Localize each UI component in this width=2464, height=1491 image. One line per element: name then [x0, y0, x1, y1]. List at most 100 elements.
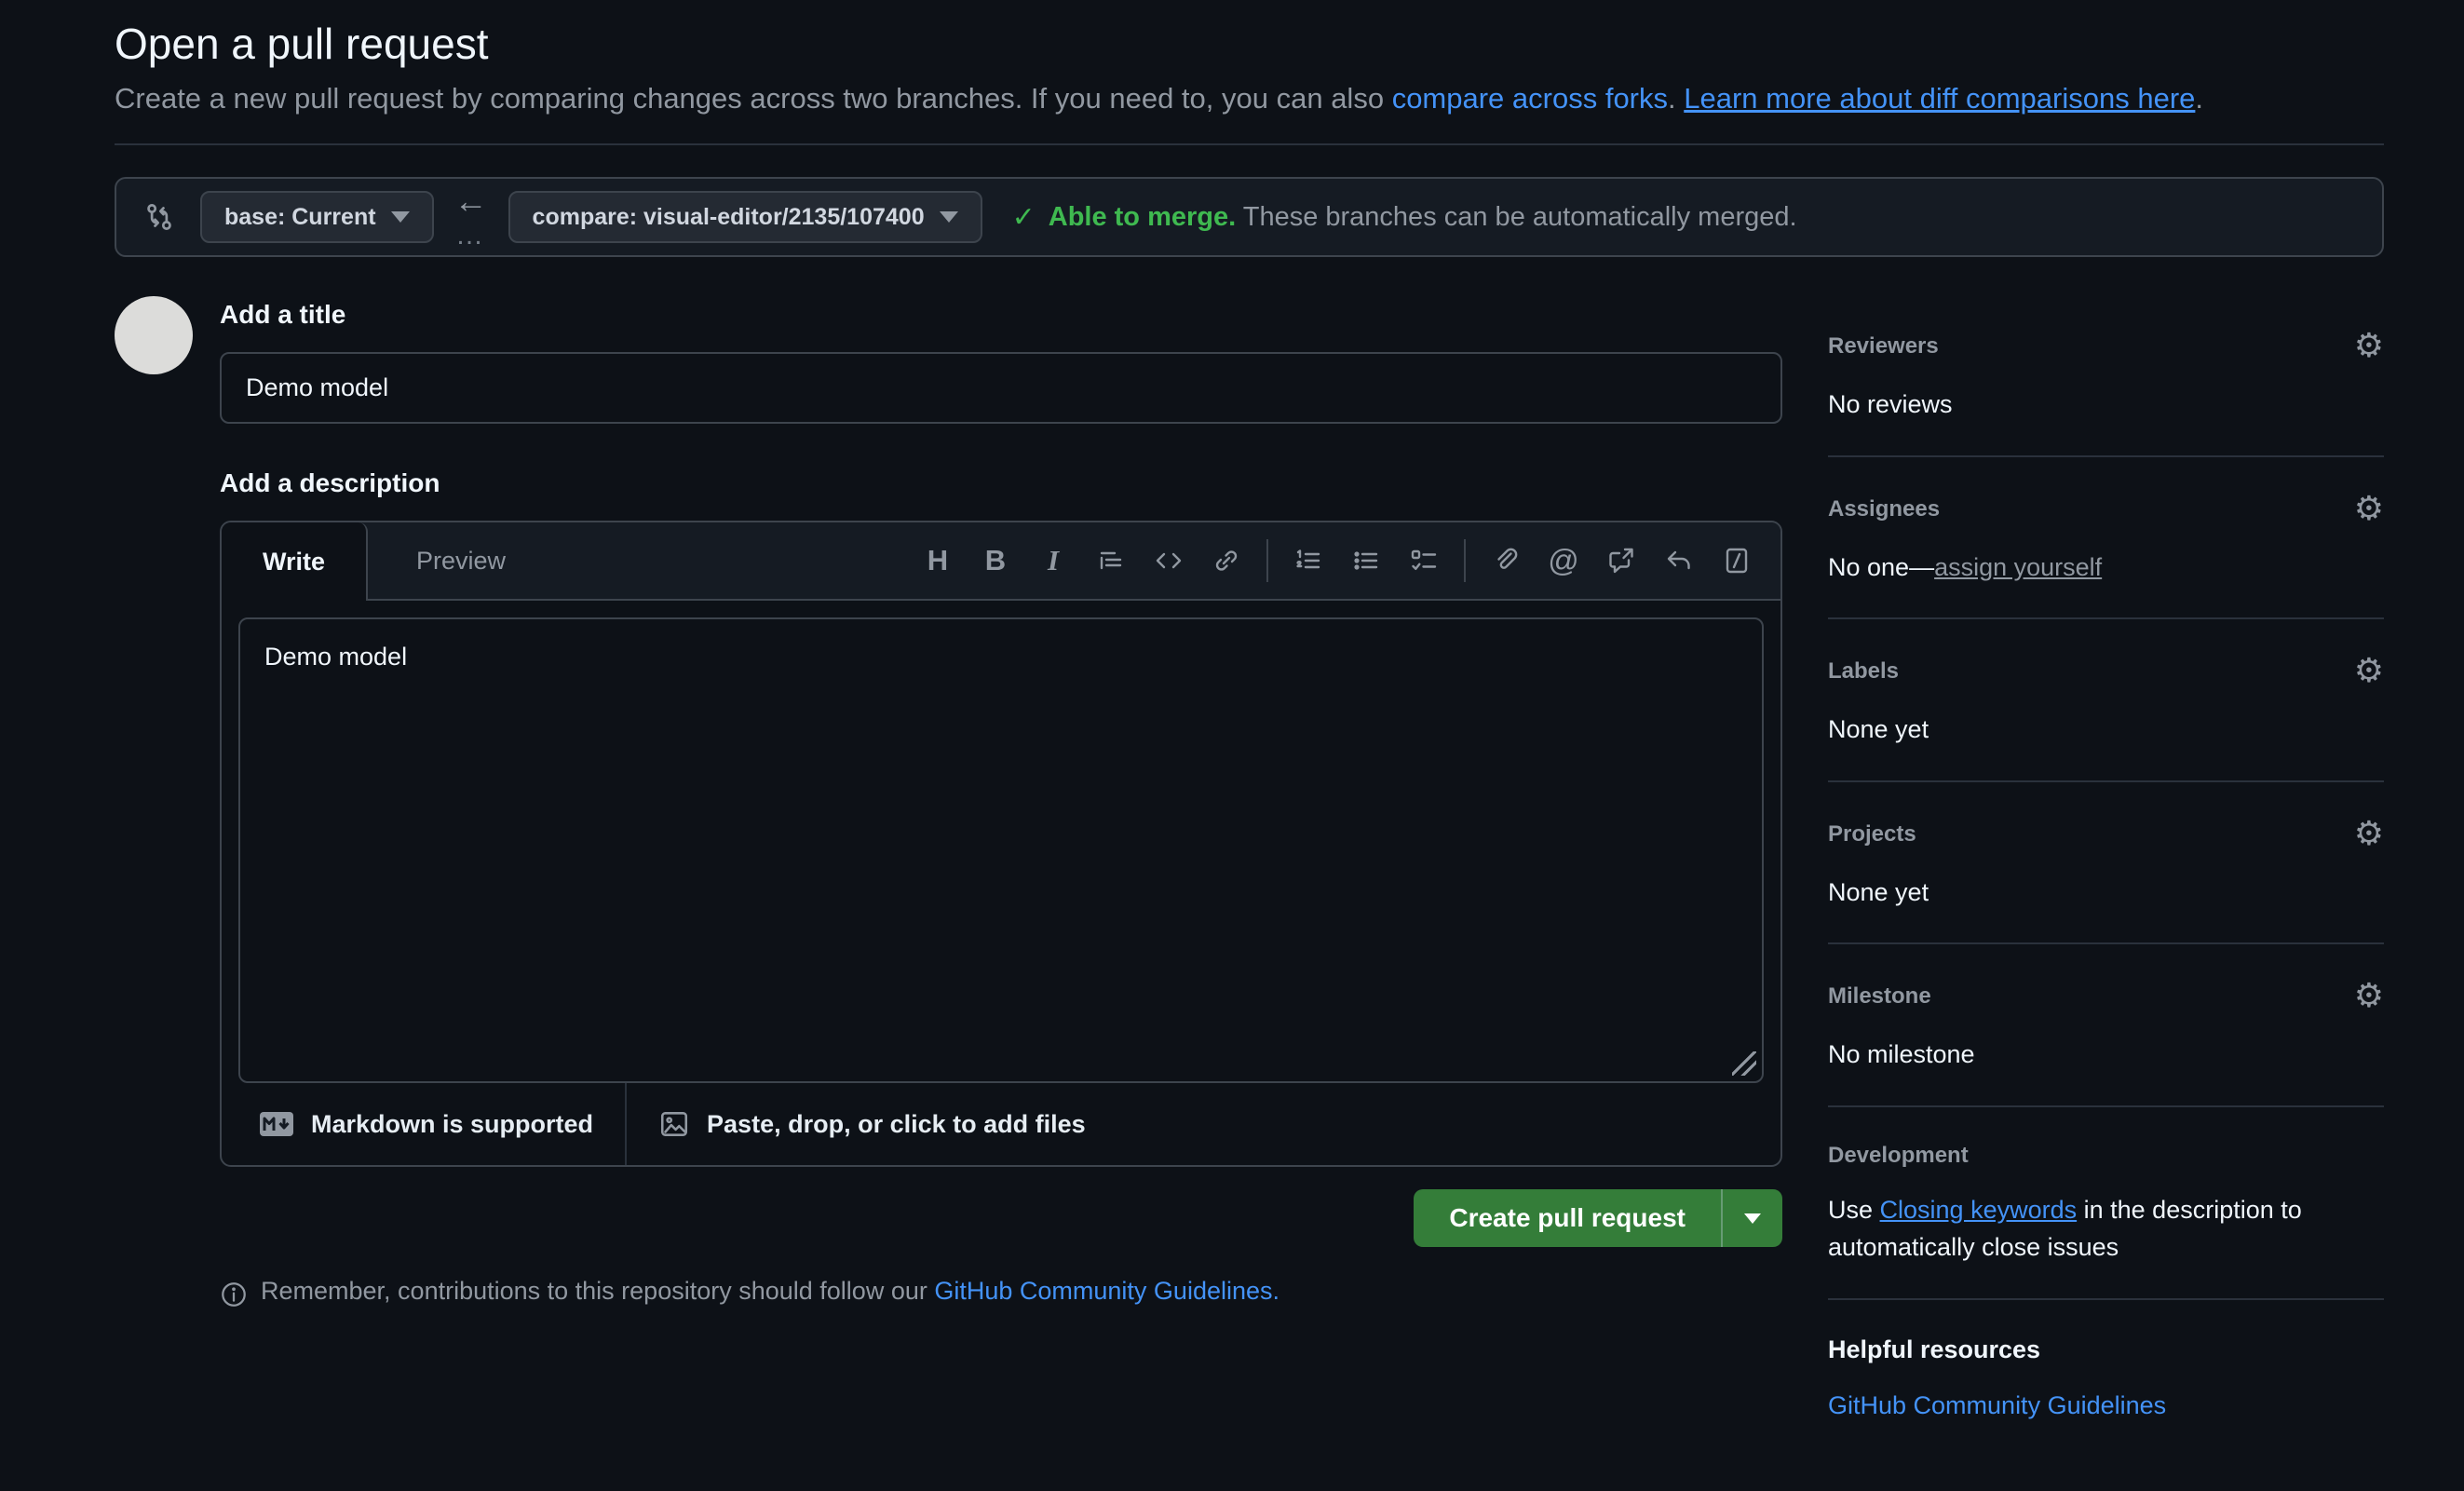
compare-branch-selector[interactable]: compare: visual-editor/2135/107400 [508, 191, 982, 243]
gear-icon[interactable]: ⚙ [2354, 330, 2384, 363]
editor-footer: Markdown is supported Paste, drop, or cl… [222, 1083, 1780, 1165]
gear-icon[interactable]: ⚙ [2354, 980, 2384, 1013]
markdown-editor: Write Preview H B I [220, 521, 1782, 1167]
editor-header: Write Preview H B I [222, 522, 1780, 601]
tab-write[interactable]: Write [222, 522, 368, 601]
create-pull-request-button[interactable]: Create pull request [1414, 1189, 1721, 1247]
branch-selection-bar: base: Current ← … compare: visual-editor… [115, 177, 2384, 257]
gear-icon[interactable]: ⚙ [2354, 818, 2384, 851]
development-heading: Development [1828, 1143, 1969, 1169]
markdown-icon [259, 1111, 294, 1137]
sidebar-section-milestone: Milestone ⚙ No milestone [1828, 980, 2384, 1107]
development-value: Use Closing keywords in the description … [1828, 1191, 2384, 1267]
unordered-list-button[interactable] [1337, 532, 1395, 590]
sidebar-section-development: Development Use Closing keywords in the … [1828, 1143, 2384, 1300]
pull-request-page: Open a pull request Create a new pull re… [115, 0, 2384, 1491]
link-button[interactable] [1198, 532, 1255, 590]
labels-value: None yet [1828, 711, 2384, 749]
cross-reference-button[interactable] [1592, 532, 1650, 590]
cross-reference-icon [1606, 546, 1636, 576]
heading-button[interactable]: H [909, 532, 967, 590]
development-header: Development [1828, 1143, 2384, 1169]
ordered-list-button[interactable] [1279, 532, 1337, 590]
projects-value: None yet [1828, 874, 2384, 912]
markdown-toolbar: H B I [909, 522, 1780, 599]
mention-button[interactable]: @ [1535, 532, 1592, 590]
git-compare-icon [142, 200, 176, 234]
assignees-value-text: No one— [1828, 553, 1934, 581]
development-text-pre: Use [1828, 1196, 1880, 1224]
italic-button[interactable]: I [1024, 532, 1082, 590]
check-icon: ✓ [1012, 201, 1036, 234]
toolbar-divider [1464, 539, 1466, 582]
code-button[interactable] [1140, 532, 1198, 590]
chevron-down-icon [940, 211, 958, 223]
base-branch-label: base: Current [224, 204, 376, 231]
assignees-value: No one—assign yourself [1828, 549, 2384, 587]
sidebar-section-reviewers: Reviewers ⚙ No reviews [1828, 330, 2384, 457]
milestone-heading: Milestone [1828, 983, 1931, 1010]
sidebar-section-projects: Projects ⚙ None yet [1828, 818, 2384, 945]
pull-request-form: Add a title Add a description Write Prev… [220, 285, 1782, 1491]
assignees-header[interactable]: Assignees ⚙ [1828, 493, 2384, 526]
milestone-value: No milestone [1828, 1036, 2384, 1074]
helpful-resources-value: GitHub Community Guidelines [1828, 1387, 2384, 1425]
toolbar-divider [1266, 539, 1268, 582]
sidebar-section-helpful-resources: Helpful resources GitHub Community Guide… [1828, 1335, 2384, 1457]
subtitle-period: . [2195, 82, 2203, 115]
github-community-guidelines-link[interactable]: GitHub Community Guidelines [1828, 1391, 2166, 1419]
tasklist-button[interactable] [1395, 532, 1453, 590]
sidebar-section-assignees: Assignees ⚙ No one—assign yourself [1828, 493, 2384, 620]
page-subtitle: Create a new pull request by comparing c… [115, 82, 2384, 145]
base-branch-selector[interactable]: base: Current [200, 191, 434, 243]
labels-header[interactable]: Labels ⚙ [1828, 655, 2384, 688]
link-icon [1212, 546, 1241, 576]
diff-comparisons-link[interactable]: Learn more about diff comparisons here [1684, 82, 2195, 115]
compare-across-forks-link[interactable]: compare across forks [1392, 82, 1668, 115]
ordered-list-icon [1293, 546, 1323, 576]
code-icon [1154, 546, 1184, 576]
chevron-down-icon [391, 211, 410, 223]
reviewers-heading: Reviewers [1828, 333, 1939, 359]
sidebar-section-labels: Labels ⚙ None yet [1828, 655, 2384, 782]
markdown-supported-label: Markdown is supported [311, 1110, 593, 1139]
merge-status: ✓ Able to merge. These branches can be a… [1012, 201, 1797, 234]
tab-preview[interactable]: Preview [368, 522, 554, 599]
slash-square-icon [1722, 546, 1752, 576]
italic-icon: I [1048, 544, 1059, 577]
community-guidelines-link[interactable]: GitHub Community Guidelines. [934, 1277, 1279, 1305]
create-pull-request-dropdown[interactable] [1721, 1189, 1782, 1247]
projects-heading: Projects [1828, 821, 1916, 847]
gear-icon[interactable]: ⚙ [2354, 655, 2384, 688]
editor-body: Demo model [222, 601, 1780, 1083]
branch-direction-indicator: ← … [454, 184, 488, 250]
mention-icon: @ [1548, 543, 1579, 578]
resize-handle-icon[interactable] [1732, 1051, 1756, 1076]
assignees-heading: Assignees [1828, 496, 1940, 522]
reply-button[interactable] [1650, 532, 1708, 590]
saved-replies-button[interactable] [1708, 532, 1766, 590]
closing-keywords-link[interactable]: Closing keywords [1880, 1196, 2078, 1224]
title-label: Add a title [220, 300, 1782, 330]
contribution-note: Remember, contributions to this reposito… [220, 1277, 1782, 1308]
ellipsis-icon: … [455, 222, 486, 250]
author-column [115, 285, 220, 1491]
title-input[interactable] [220, 352, 1782, 424]
milestone-header[interactable]: Milestone ⚙ [1828, 980, 2384, 1013]
bold-button[interactable]: B [967, 532, 1024, 590]
bold-icon: B [985, 544, 1006, 577]
gear-icon[interactable]: ⚙ [2354, 493, 2384, 526]
unordered-list-icon [1351, 546, 1381, 576]
attach-files-button[interactable]: Paste, drop, or click to add files [627, 1083, 1117, 1165]
description-textarea[interactable]: Demo model [238, 617, 1764, 1083]
attach-files-label: Paste, drop, or click to add files [707, 1110, 1086, 1139]
markdown-supported-link[interactable]: Markdown is supported [227, 1083, 625, 1165]
labels-heading: Labels [1828, 658, 1899, 685]
reply-icon [1664, 546, 1694, 576]
create-pull-request-split-button: Create pull request [1414, 1189, 1782, 1247]
assign-yourself-link[interactable]: assign yourself [1934, 553, 2102, 581]
attach-file-button[interactable] [1477, 532, 1535, 590]
reviewers-header[interactable]: Reviewers ⚙ [1828, 330, 2384, 363]
projects-header[interactable]: Projects ⚙ [1828, 818, 2384, 851]
quote-button[interactable] [1082, 532, 1140, 590]
